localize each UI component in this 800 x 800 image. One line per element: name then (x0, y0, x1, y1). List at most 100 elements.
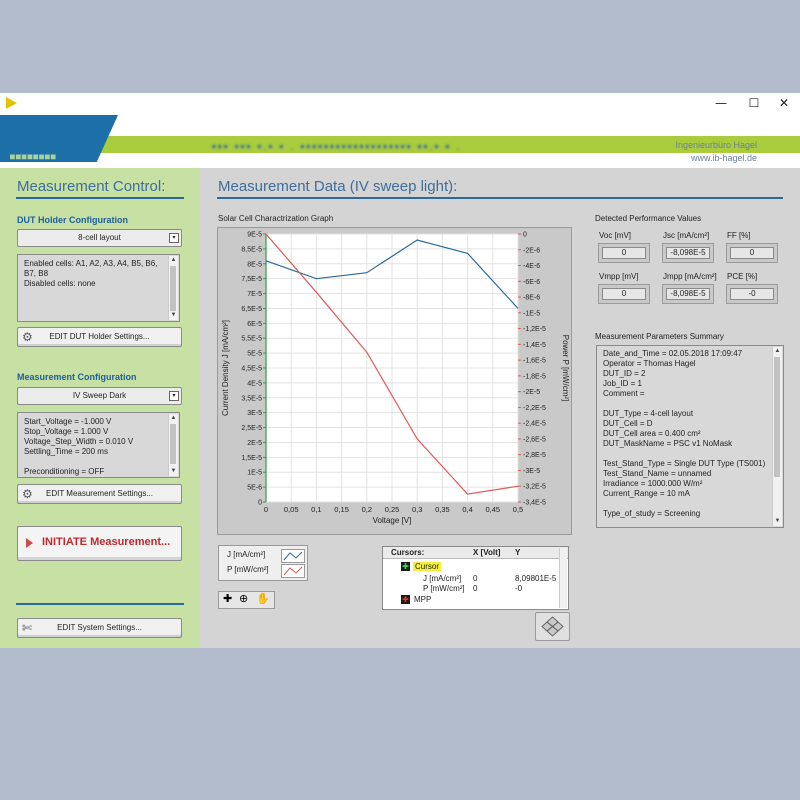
perf-title: Detected Performance Values (595, 214, 702, 223)
scroll-thumb[interactable] (170, 266, 176, 311)
graph-tools[interactable]: ✚ ⊕ ✋ (218, 591, 275, 609)
dropdown-arrow-icon[interactable]: ▾ (169, 233, 179, 243)
perf-value: -0 (730, 288, 774, 300)
x-tick-label: 0,05 (284, 505, 299, 514)
scroll-down-icon[interactable]: ▼ (169, 467, 178, 476)
mpp-red-icon[interactable]: ✚ (401, 595, 410, 604)
maximize-button[interactable]: ☐ (741, 94, 767, 112)
chart-legend[interactable]: J [mA/cm²] P [mW/cm²] (218, 545, 308, 581)
dut-cells-textbox[interactable]: Enabled cells: A1, A2, A3, A4, B5, B6, B7… (17, 254, 180, 322)
initiate-measurement-label: INITIATE Measurement... (42, 536, 171, 548)
dut-layout-dropdown[interactable]: 8-cell layout ▾ (17, 229, 182, 247)
summary-scrollbar[interactable]: ▲ ▼ (772, 347, 782, 526)
summary-line (603, 399, 777, 409)
edit-system-button[interactable]: ✄ EDIT System Settings... (17, 618, 182, 638)
iv-chart[interactable]: 0 0,05 0,1 0,15 0,2 0,25 0,3 0,35 0,4 0,45 0,5 0 5E-… (218, 228, 571, 534)
cursor-scrollbar[interactable] (559, 548, 567, 608)
y2-tick-label: -1,4E-5 (523, 342, 546, 349)
y2-tick-label: -6E-6 (523, 279, 540, 286)
x-axis-label: Voltage [V] (373, 516, 412, 525)
x-tick-label: 0 (264, 505, 268, 514)
y-tick-label: 6E-5 (247, 321, 262, 328)
cursor-panel[interactable]: Cursors: X [Volt] Y ✚ Cursor J [mA/cm²] 0… (382, 546, 569, 610)
edit-measurement-button[interactable]: ⚙ EDIT Measurement Settings... (17, 484, 182, 504)
legend-label: P [mW/cm²] (227, 565, 269, 574)
measurement-type-dropdown[interactable]: IV Sweep Dark ▾ (17, 387, 182, 405)
y-tick-label: 1E-5 (247, 470, 262, 477)
summary-textbox[interactable]: Date_and_Time = 02.05.2018 17:09:47 Opera… (596, 345, 784, 528)
crosshair-icon[interactable]: ✚ (223, 592, 232, 607)
dropdown-arrow-icon[interactable]: ▾ (169, 391, 179, 401)
company-name: Ingenieurbüro Hagel (675, 140, 757, 150)
app-title-blurred: ▪▪▪ ▪▪▪ ▪.▪ ▪ . ▪▪▪▪▪▪▪▪▪▪▪▪▪▪▪▪▪▪▪ ▪▪.▪… (212, 141, 462, 153)
scroll-down-icon[interactable]: ▼ (773, 517, 782, 526)
cursor-name[interactable]: Cursor (413, 562, 442, 571)
measurement-control-title: Measurement Control: (17, 178, 166, 195)
measurement-data-title: Measurement Data (IV sweep light): (218, 178, 458, 195)
y2-tick-label: -2E-6 (523, 247, 540, 254)
legend-label: J [mA/cm²] (227, 550, 266, 559)
cursor-green-icon[interactable]: ✚ (401, 562, 410, 571)
y2-tick-label: -1,2E-5 (523, 326, 546, 333)
perf-value-box: 0 (598, 243, 650, 263)
dut-holder-title: DUT Holder Configuration (17, 215, 128, 225)
graph-navigation-button[interactable] (535, 612, 570, 641)
zoom-icon[interactable]: ⊕ (239, 592, 248, 607)
perf-value-box: -8,098E-5 (662, 284, 714, 304)
y2-tick-label: -1,6E-5 (523, 358, 546, 365)
summary-line: DUT_Cell = D (603, 419, 653, 428)
cursor-header-y: Y (515, 548, 521, 557)
y-tick-label: 0 (258, 500, 262, 507)
y-tick-label: 5E-5 (247, 351, 262, 358)
perf-label: Jsc [mA/cm²] (663, 231, 710, 240)
initiate-measurement-button[interactable]: INITIATE Measurement... (17, 526, 182, 561)
scroll-up-icon[interactable]: ▲ (773, 347, 782, 356)
x-tick-label: 0,5 (513, 505, 523, 514)
minimize-button[interactable]: — (708, 94, 734, 112)
measurement-setting-line: Voltage_Step_Width = 0.010 V (24, 437, 134, 446)
mpp-label[interactable]: MPP (414, 595, 431, 604)
measurement-scrollbar[interactable]: ▲ ▼ (168, 414, 178, 476)
summary-line: Type_of_study = Screening (603, 509, 701, 518)
y2-tick-label: -3,4E-5 (523, 500, 546, 507)
y-tick-label: 8E-5 (247, 261, 262, 268)
perf-label: Jmpp [mA/cm²] (663, 272, 717, 281)
legend-swatch[interactable] (281, 549, 305, 563)
summary-line: Test_Stand_Type = Single DUT Type (TS001… (603, 459, 766, 468)
measurement-setting-line (24, 457, 173, 467)
y-tick-label: 3E-5 (247, 410, 262, 417)
measurement-settings-textbox[interactable]: Start_Voltage = -1.000 V Stop_Voltage = 1… (17, 412, 180, 478)
scroll-down-icon[interactable]: ▼ (169, 311, 178, 320)
y2-tick-label: -2,8E-5 (523, 452, 546, 459)
x-tick-label: 0,45 (485, 505, 500, 514)
edit-measurement-label: EDIT Measurement Settings... (45, 489, 153, 498)
perf-label: Voc [mV] (599, 231, 632, 240)
summary-line: Irradiance = 1000.000 W/m² (603, 479, 703, 488)
y-tick-label: 2,5E-5 (241, 425, 262, 432)
y-tick-label: 5,5E-5 (241, 336, 262, 343)
edit-dut-holder-button[interactable]: ⚙ EDIT DUT Holder Settings... (17, 327, 182, 347)
scroll-thumb[interactable] (774, 357, 780, 477)
play-icon (26, 538, 33, 548)
summary-line: Date_and_Time = 02.05.2018 17:09:47 (603, 349, 743, 358)
scroll-up-icon[interactable]: ▲ (169, 414, 178, 423)
close-button[interactable]: ✕ (771, 94, 797, 112)
cursor-row-label: P [mW/cm²] (423, 584, 465, 593)
scroll-up-icon[interactable]: ▲ (169, 256, 178, 265)
perf-value-box: 0 (598, 284, 650, 304)
y2-tick-label: 0 (523, 232, 527, 239)
legend-swatch[interactable] (281, 564, 305, 578)
cursor-row-label: J [mA/cm²] (423, 574, 462, 583)
navigation-diamond-icon (541, 616, 564, 637)
section-divider (16, 603, 184, 605)
x-tick-label: 0,15 (334, 505, 349, 514)
y-tick-label: 4E-5 (247, 380, 262, 387)
y-tick-label: 4,5E-5 (241, 366, 262, 373)
y2-tick-label: -2,6E-5 (523, 436, 546, 443)
pan-hand-icon[interactable]: ✋ (256, 592, 270, 607)
dut-layout-value: 8-cell layout (78, 233, 121, 242)
summary-line (603, 449, 777, 459)
scroll-thumb[interactable] (170, 424, 176, 464)
summary-line: Current_Range = 10 mA (603, 489, 690, 498)
dut-scrollbar[interactable]: ▲ ▼ (168, 256, 178, 320)
